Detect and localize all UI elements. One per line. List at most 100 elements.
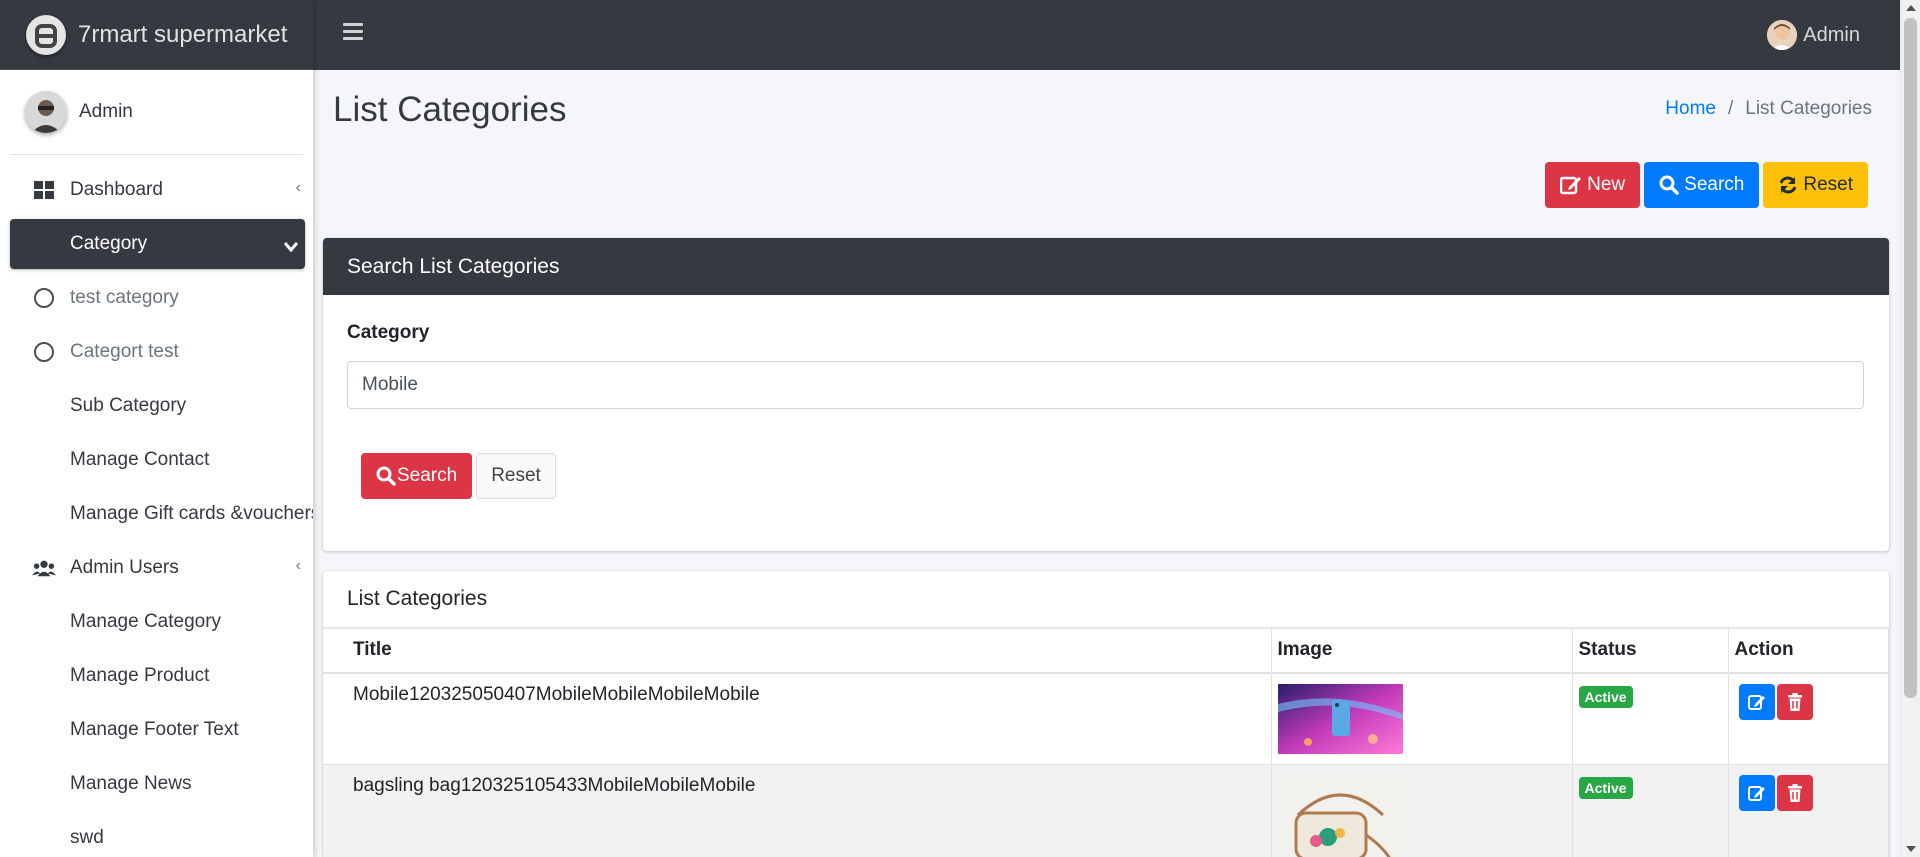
avatar (1767, 20, 1798, 50)
sidebar-item-label: swd (70, 827, 104, 848)
sidebar-item-admin-users[interactable]: Admin Users ‹ (10, 543, 305, 593)
sidebar-item-categort-test[interactable]: Categort test (10, 327, 305, 377)
angle-left-icon: ‹ (295, 179, 301, 196)
breadcrumb-separator: / (1727, 98, 1734, 119)
dashboard-icon (32, 178, 56, 202)
sidebar-item-manage-news[interactable]: Manage News (10, 759, 305, 809)
page-actions: New Search Reset (1545, 162, 1868, 208)
sidebar-item-manage-gift-cards[interactable]: Manage Gift cards &vouchers (10, 489, 313, 539)
row-title: Mobile120325050407MobileMobileMobileMobi… (323, 672, 1272, 765)
reset-button[interactable]: Reset (1763, 162, 1868, 208)
refresh-icon (1779, 176, 1797, 194)
search-form-actions: Search Reset (361, 453, 556, 499)
trash-icon (1787, 692, 1802, 711)
row-action-cell (1727, 672, 1889, 765)
status-badge: Active (1578, 685, 1633, 708)
table-header-row: Title Image Status Action (323, 628, 1889, 674)
categories-table: Title Image Status Action Mobile12032505… (323, 628, 1889, 857)
angle-left-icon: ‹ (295, 557, 301, 574)
user-panel[interactable]: Admin (10, 70, 303, 155)
circle-icon (32, 286, 56, 310)
sidebar-item-manage-footer-text[interactable]: Manage Footer Text (10, 705, 305, 755)
sidebar-item-test-category[interactable]: test category (10, 273, 305, 323)
sidebar-item-label: Dashboard (70, 179, 163, 200)
top-navbar: Admin (313, 0, 1900, 70)
sidebar-item-label: Manage Contact (70, 449, 210, 470)
scroll-down-icon[interactable] (1906, 846, 1916, 852)
search-icon (1659, 175, 1679, 195)
users-icon (32, 556, 56, 580)
breadcrumb-home-link[interactable]: Home (1665, 98, 1716, 120)
search-card-header: Search List Categories (323, 238, 1889, 295)
brand-name: 7rmart supermarket (78, 20, 288, 48)
page-scrollbar[interactable] (1900, 0, 1920, 857)
sidebar-item-dashboard[interactable]: Dashboard ‹ (10, 165, 305, 215)
page-title: List Categories (333, 90, 567, 129)
top-user-name: Admin (1803, 23, 1860, 46)
sidebar-item-swd[interactable]: swd (10, 813, 305, 857)
column-header-title: Title (323, 628, 1272, 674)
sidebar-nav: Dashboard ‹ Category test category Categ… (0, 155, 313, 857)
search-button[interactable]: Search (1644, 162, 1760, 208)
table-row: bagsling bag120325105433MobileMobileMobi… (323, 763, 1889, 857)
bag-image (1277, 774, 1403, 857)
hamburger-menu-icon[interactable] (343, 23, 363, 45)
brand-link[interactable]: 7rmart supermarket (0, 0, 313, 70)
trash-icon (1787, 783, 1802, 802)
avatar (25, 91, 67, 133)
sidebar-item-category[interactable]: Category (10, 219, 305, 269)
sidebar-item-manage-category[interactable]: Manage Category (10, 597, 305, 647)
chevron-down-icon (283, 237, 299, 259)
search-icon (376, 466, 396, 486)
sidebar-item-label: Manage Category (70, 611, 222, 632)
breadcrumb: Home / List Categories (1665, 98, 1872, 120)
edit-icon (1747, 785, 1765, 801)
scroll-up-icon[interactable] (1906, 5, 1916, 11)
edit-button[interactable] (1738, 683, 1775, 720)
sidebar-item-label: Manage News (70, 773, 192, 794)
column-header-image: Image (1270, 628, 1573, 674)
row-image-cell (1270, 672, 1573, 765)
sidebar-item-label: test category (70, 287, 179, 308)
sidebar-item-label: Category (70, 233, 148, 254)
delete-button[interactable] (1776, 774, 1813, 811)
brand-logo-icon (26, 14, 66, 55)
search-submit-label: Search (397, 465, 458, 486)
row-status-cell: Active (1571, 672, 1729, 765)
sidebar-item-label: Categort test (70, 341, 179, 362)
category-input[interactable] (347, 361, 1864, 409)
edit-icon (1747, 694, 1765, 710)
sidebar-item-manage-contact[interactable]: Manage Contact (10, 435, 305, 485)
row-action-cell (1727, 763, 1889, 857)
search-submit-button[interactable]: Search (361, 453, 473, 499)
row-title: bagsling bag120325105433MobileMobileMobi… (323, 763, 1272, 857)
table-row: Mobile120325050407MobileMobileMobileMobi… (323, 672, 1889, 765)
scrollbar-thumb[interactable] (1904, 18, 1917, 698)
breadcrumb-current: List Categories (1745, 98, 1872, 119)
sidebar-user-name: Admin (79, 101, 133, 122)
list-card: List Categories Title Image Status Actio… (323, 571, 1889, 857)
delete-button[interactable] (1776, 683, 1813, 720)
column-header-status: Status (1571, 628, 1729, 674)
search-reset-button[interactable]: Reset (476, 453, 556, 499)
top-user-menu[interactable]: Admin (1767, 20, 1860, 50)
list-card-title: List Categories (323, 571, 1889, 628)
row-image-cell (1270, 763, 1573, 857)
reset-button-label: Reset (1803, 174, 1853, 195)
sidebar-item-sub-category[interactable]: Sub Category (10, 381, 305, 431)
sidebar-item-label: Sub Category (70, 395, 187, 416)
main-content: List Categories Home / List Categories N… (313, 70, 1900, 857)
edit-button[interactable] (1738, 774, 1775, 811)
edit-icon (1560, 176, 1582, 195)
sidebar-item-label: Admin Users (70, 557, 179, 578)
row-status-cell: Active (1571, 763, 1729, 857)
sidebar: 7rmart supermarket Admin Dashboard ‹ Cat… (0, 0, 313, 857)
search-button-label: Search (1684, 174, 1745, 195)
search-card: Search List Categories Category Search R… (323, 238, 1889, 551)
new-button-label: New (1587, 174, 1626, 195)
new-button[interactable]: New (1545, 162, 1641, 208)
sidebar-item-manage-product[interactable]: Manage Product (10, 651, 305, 701)
category-field-label: Category (347, 322, 430, 343)
sidebar-item-label: Manage Footer Text (70, 719, 239, 740)
sidebar-item-label: Manage Product (70, 665, 210, 686)
